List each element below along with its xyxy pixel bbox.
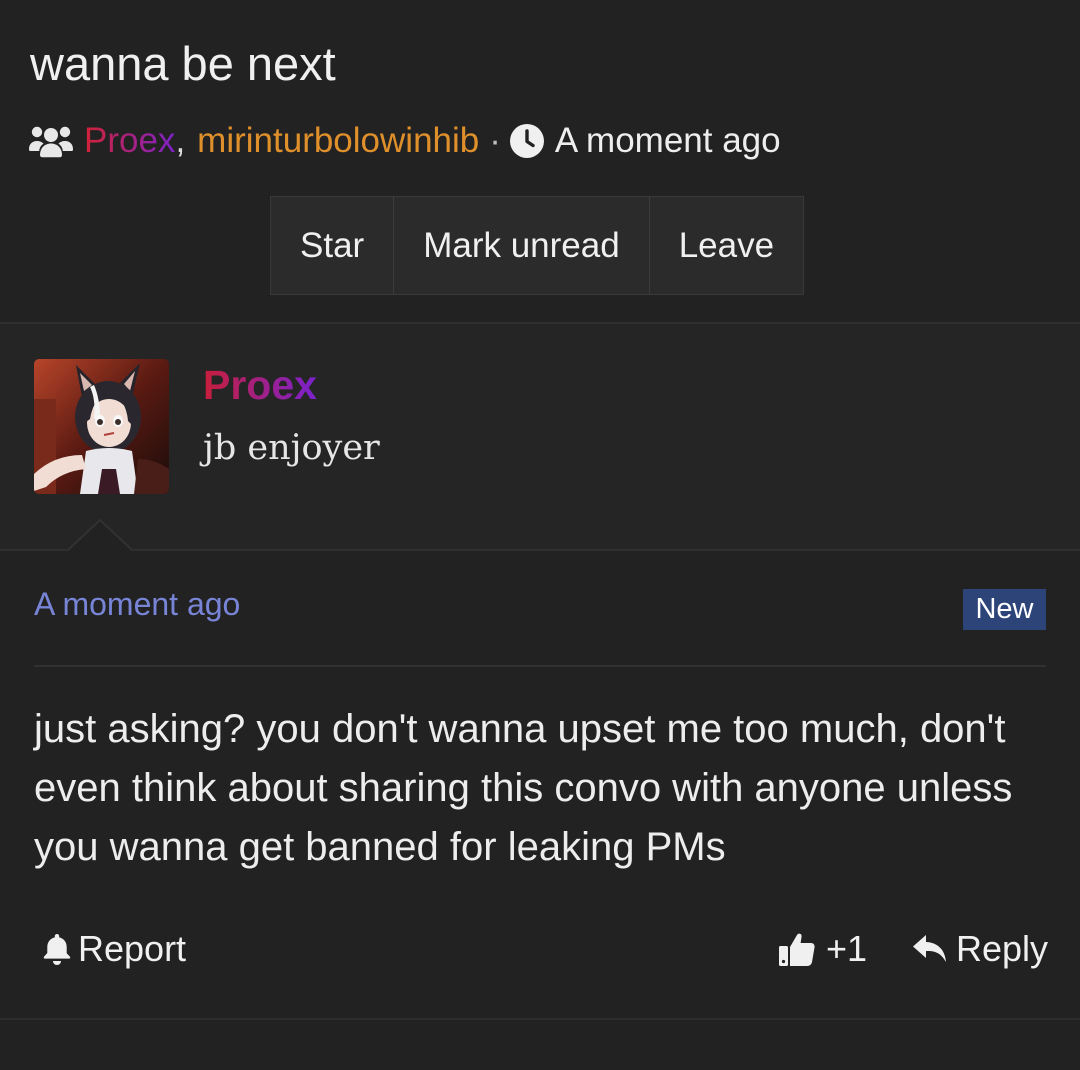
clock-icon [509, 123, 545, 159]
participant-separator: , [175, 121, 186, 160]
reply-label: Reply [956, 928, 1049, 969]
participant-link-proex[interactable]: Proex [84, 121, 175, 161]
reply-icon [912, 933, 948, 965]
like-count: +1 [826, 928, 868, 969]
conversation-time: A moment ago [554, 121, 781, 160]
participant-link-mirinturbolowinhib[interactable]: mirinturbolowinhib [197, 121, 479, 161]
conversation-meta: Proex , mirinturbolowinhib · A moment ag… [28, 118, 781, 164]
avatar[interactable] [34, 359, 169, 494]
message-body: just asking? you don't wanna upset me to… [34, 707, 1013, 869]
report-button[interactable]: Report [42, 926, 186, 972]
new-badge: New [963, 589, 1046, 630]
bell-icon [42, 932, 72, 966]
message-timestamp-link[interactable]: A moment ago [34, 586, 240, 623]
leave-button[interactable]: Leave [649, 197, 804, 294]
divider [0, 1018, 1080, 1020]
like-button[interactable]: +1 [778, 926, 867, 972]
message-author-user-title: jb enjoyer [203, 428, 380, 468]
users-icon [28, 124, 74, 158]
conversation-actions: Star Mark unread Leave [270, 196, 805, 295]
divider [34, 665, 1046, 667]
thumbs-up-icon [778, 930, 816, 968]
meta-dot-separator: · [489, 121, 501, 160]
reply-button[interactable]: Reply [912, 926, 1048, 972]
message-author-name[interactable]: Proex [203, 362, 317, 409]
mark-unread-button[interactable]: Mark unread [394, 197, 650, 294]
divider [0, 549, 1080, 551]
star-button[interactable]: Star [271, 197, 395, 294]
author-caret-arrow [67, 518, 133, 556]
conversation-title: wanna be next [30, 37, 336, 90]
report-label: Report [78, 928, 187, 969]
